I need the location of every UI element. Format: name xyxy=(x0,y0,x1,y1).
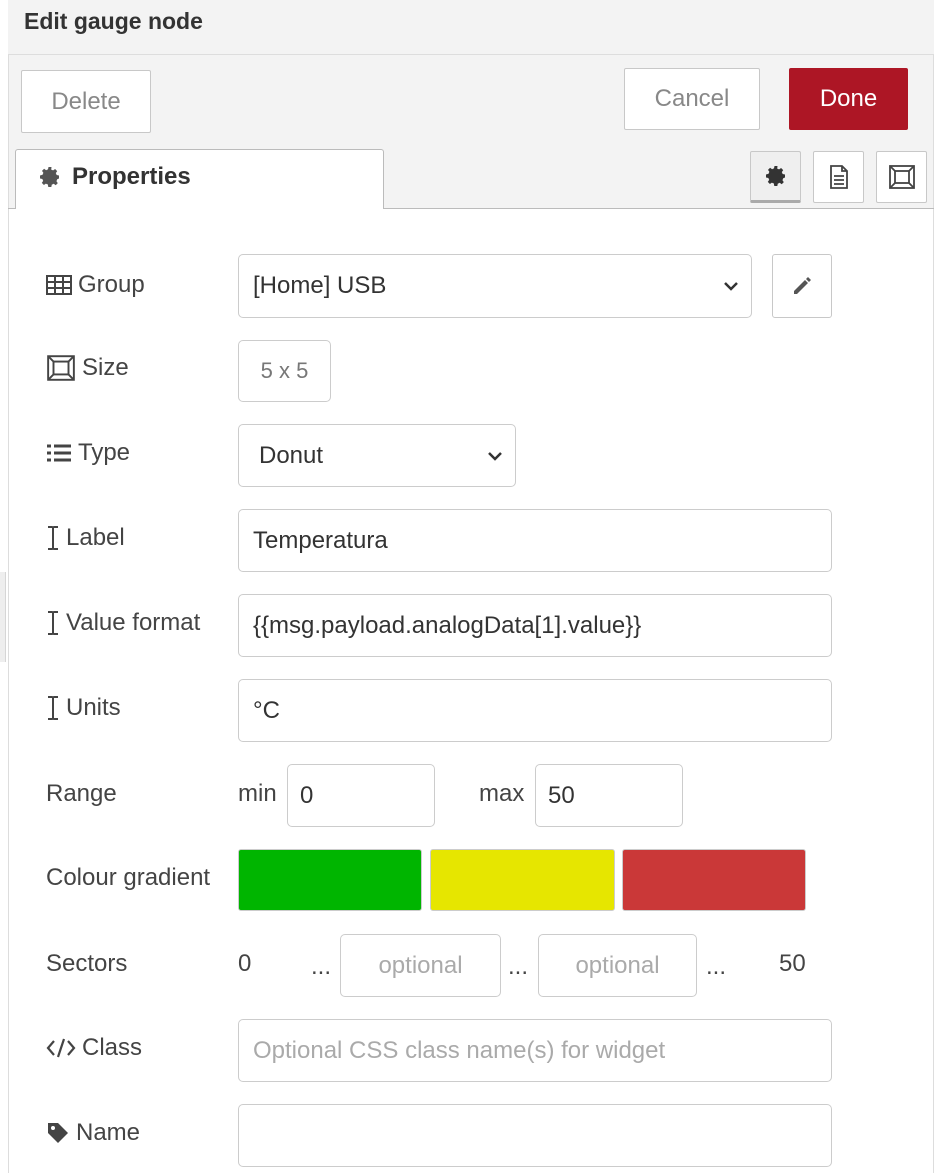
sectors-end: 50 xyxy=(779,950,806,977)
tab-properties-label: Properties xyxy=(72,163,191,190)
frame-icon xyxy=(47,355,75,381)
sector-1-input[interactable]: optional xyxy=(340,934,501,997)
tray-title: Edit gauge node xyxy=(24,8,203,34)
class-label: Class xyxy=(46,1033,142,1063)
class-label-text: Class xyxy=(82,1034,143,1061)
sectors-separator: ... xyxy=(706,953,727,980)
units-input[interactable]: °C xyxy=(238,679,832,742)
properties-tab-button[interactable] xyxy=(750,151,801,203)
sectors-label: Sectors xyxy=(46,950,128,977)
sectors-separator: ... xyxy=(311,953,332,980)
edit-group-button[interactable] xyxy=(772,254,832,318)
type-select-value: Donut xyxy=(259,441,324,469)
units-label-text: Units xyxy=(66,694,121,721)
tag-icon xyxy=(48,1123,68,1143)
text-cursor-icon xyxy=(48,611,58,635)
sector-2-input[interactable]: optional xyxy=(538,934,697,997)
chevron-down-icon xyxy=(488,451,502,461)
name-label-text: Name xyxy=(76,1119,141,1146)
range-max-label: max xyxy=(479,780,525,807)
tab-properties[interactable] xyxy=(15,149,384,210)
group-label: Group xyxy=(46,270,145,300)
table-icon xyxy=(46,275,72,295)
cancel-button[interactable]: Cancel xyxy=(624,68,760,130)
list-icon xyxy=(47,444,71,462)
name-input[interactable] xyxy=(238,1104,832,1167)
colour-swatch-mid[interactable] xyxy=(430,849,615,911)
size-label-text: Size xyxy=(82,354,129,381)
range-max-input[interactable]: 50 xyxy=(535,764,683,827)
gear-icon xyxy=(38,165,62,189)
units-label: Units xyxy=(46,693,121,723)
label-input[interactable]: Temperatura xyxy=(238,509,832,572)
value-format-input[interactable]: {{msg.payload.analogData[1].value}} xyxy=(238,594,832,657)
document-icon xyxy=(829,165,848,189)
pencil-icon xyxy=(794,277,811,294)
frame-icon xyxy=(888,165,915,189)
name-label: Name xyxy=(46,1118,140,1148)
label-field-label-text: Label xyxy=(66,524,125,551)
done-button[interactable]: Done xyxy=(789,68,908,130)
group-select[interactable]: [Home] USB xyxy=(238,254,752,318)
colour-swatch-high[interactable] xyxy=(622,849,806,911)
size-button[interactable]: 5 x 5 xyxy=(238,340,331,402)
colour-swatch-low[interactable] xyxy=(238,849,422,911)
chevron-down-icon xyxy=(724,282,738,291)
resize-handle[interactable] xyxy=(0,572,6,662)
sectors-separator: ... xyxy=(508,953,529,980)
value-format-label-text: Value format xyxy=(66,609,201,636)
group-select-value: [Home] USB xyxy=(253,272,387,299)
type-label: Type xyxy=(46,438,130,468)
range-min-label: min xyxy=(238,780,277,807)
class-input[interactable]: Optional CSS class name(s) for widget xyxy=(238,1019,832,1082)
sectors-start: 0 xyxy=(238,950,252,977)
appearance-tab-button[interactable] xyxy=(876,151,927,203)
colour-gradient-label: Colour gradient xyxy=(46,864,211,891)
description-tab-button[interactable] xyxy=(813,151,864,203)
group-label-text: Group xyxy=(78,271,145,298)
text-cursor-icon xyxy=(48,526,58,550)
delete-button[interactable]: Delete xyxy=(21,70,151,133)
code-icon xyxy=(46,1038,76,1058)
value-format-label: Value format xyxy=(46,608,200,638)
type-label-text: Type xyxy=(78,439,131,466)
text-cursor-icon xyxy=(48,696,58,720)
size-label: Size xyxy=(46,353,129,383)
type-select[interactable]: Donut xyxy=(238,424,516,487)
range-label: Range xyxy=(46,780,117,807)
gear-icon xyxy=(765,166,785,186)
range-min-input[interactable]: 0 xyxy=(287,764,435,827)
label-field-label: Label xyxy=(46,523,125,553)
